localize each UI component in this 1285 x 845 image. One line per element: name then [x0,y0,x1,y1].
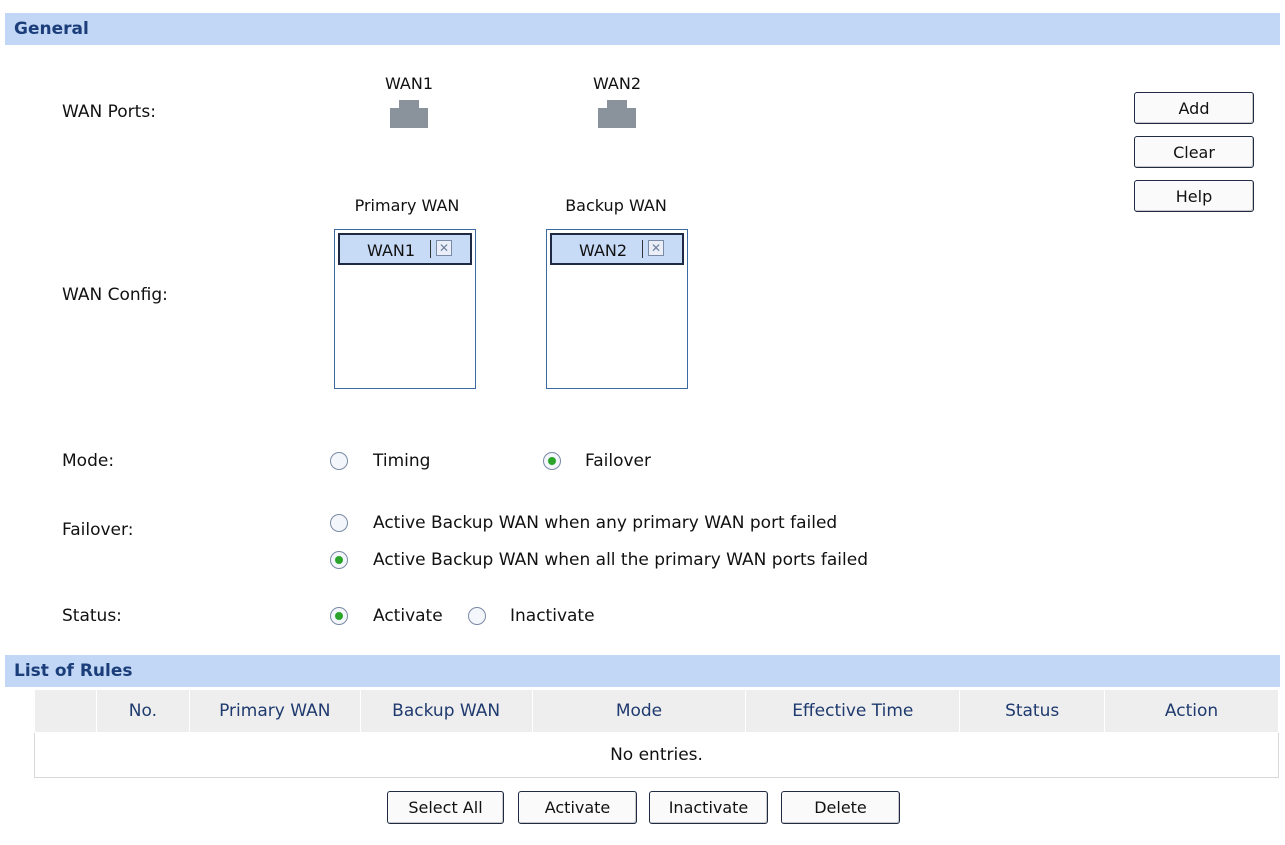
empty-message: No entries. [34,732,1279,778]
delete-button[interactable]: Delete [781,791,900,824]
clear-button[interactable]: Clear [1134,136,1254,168]
failover-any-radio[interactable] [330,514,348,532]
table-row: No entries. [34,732,1279,778]
column-header-no: No. [95,689,190,733]
status-inactivate-radio[interactable] [468,607,486,625]
primary-wan-item-label: WAN1 [367,241,416,260]
remove-icon[interactable]: ✕ [436,240,452,256]
column-header-status: Status [959,689,1106,733]
primary-wan-list[interactable]: WAN1 ✕ [334,229,476,389]
wan-config-label: WAN Config: [62,285,168,305]
mode-failover-radio[interactable] [543,452,561,470]
mode-timing-label: Timing [373,451,431,471]
column-header-primary-wan: Primary WAN [188,689,361,733]
select-column-header [34,689,97,733]
chip-divider [642,240,643,258]
wan-port-label-2: WAN2 [592,74,642,93]
mode-label: Mode: [62,451,115,471]
wan-ports-label: WAN Ports: [62,102,156,122]
column-header-backup-wan: Backup WAN [359,689,533,733]
ethernet-port-icon[interactable] [598,100,636,128]
failover-all-label: Active Backup WAN when all the primary W… [373,550,868,570]
backup-wan-list[interactable]: WAN2 ✕ [546,229,688,389]
status-label: Status: [62,606,122,626]
failover-any-label: Active Backup WAN when any primary WAN p… [373,513,838,533]
rules-table: No. Primary WAN Backup WAN Mode Effectiv… [34,689,1279,778]
column-header-mode: Mode [531,689,747,733]
rules-section-header: List of Rules [5,655,1280,687]
status-activate-radio[interactable] [330,607,348,625]
backup-wan-item-label: WAN2 [579,241,628,260]
ethernet-port-icon[interactable] [390,100,428,128]
add-button[interactable]: Add [1134,92,1254,124]
activate-button[interactable]: Activate [518,791,637,824]
primary-wan-title: Primary WAN [354,196,460,215]
select-all-button[interactable]: Select All [387,791,504,824]
general-section-header: General [5,13,1280,45]
remove-icon[interactable]: ✕ [648,240,664,256]
inactivate-button[interactable]: Inactivate [649,791,768,824]
mode-failover-label: Failover [585,451,651,471]
wan-port-label-1: WAN1 [384,74,434,93]
status-inactivate-label: Inactivate [510,606,595,626]
backup-wan-title: Backup WAN [565,196,667,215]
column-header-action: Action [1104,689,1279,733]
backup-wan-item[interactable]: WAN2 ✕ [550,233,684,265]
help-button[interactable]: Help [1134,180,1254,212]
failover-all-radio[interactable] [330,551,348,569]
chip-divider [430,240,431,258]
column-header-effective-time: Effective Time [745,689,961,733]
failover-label: Failover: [62,520,134,540]
status-activate-label: Activate [373,606,443,626]
rules-header-row: No. Primary WAN Backup WAN Mode Effectiv… [34,689,1279,733]
primary-wan-item[interactable]: WAN1 ✕ [338,233,472,265]
mode-timing-radio[interactable] [330,452,348,470]
